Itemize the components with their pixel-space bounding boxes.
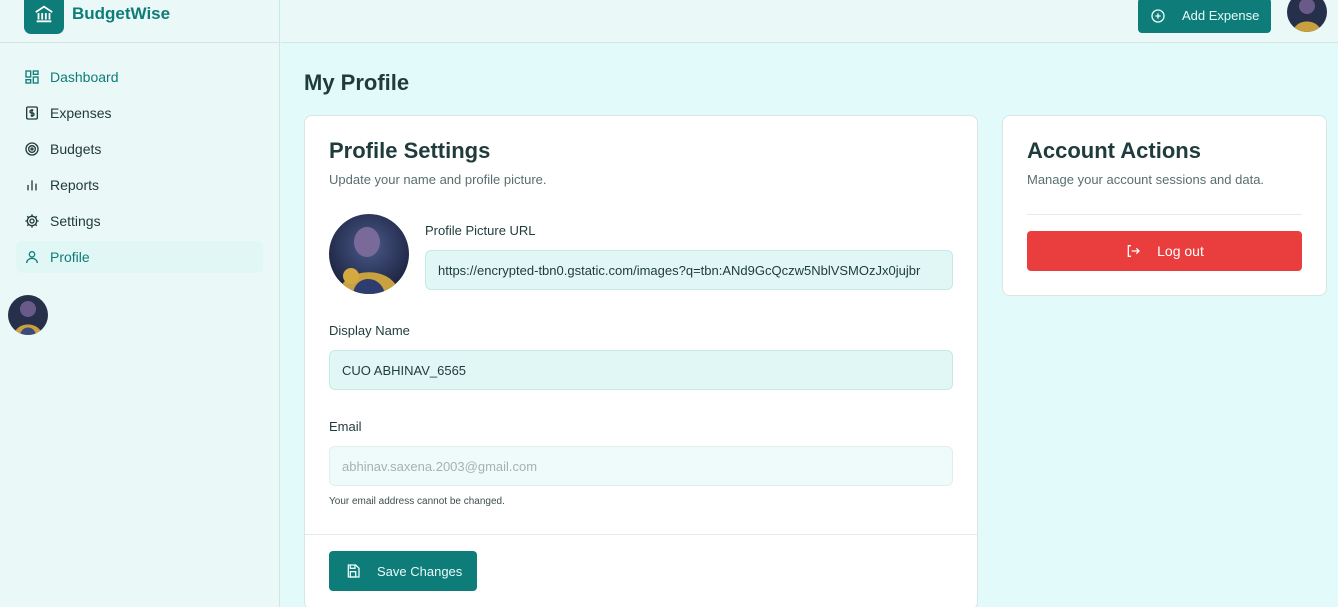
sidebar-item-budgets[interactable]: Budgets	[16, 133, 263, 165]
email-label: Email	[329, 419, 362, 434]
display-name-label: Display Name	[329, 323, 410, 338]
dollar-receipt-icon	[24, 105, 40, 121]
brand[interactable]: BudgetWise	[0, 0, 279, 43]
sidebar-item-reports[interactable]: Reports	[16, 169, 263, 201]
save-label: Save Changes	[377, 563, 463, 579]
card-subtitle: Manage your account sessions and data.	[1027, 172, 1265, 187]
sidebar-item-label: Expenses	[50, 105, 112, 121]
dashboard-icon	[24, 69, 40, 85]
sidebar-item-dashboard[interactable]: Dashboard	[16, 61, 263, 93]
sidebar-item-profile[interactable]: Profile	[16, 241, 263, 273]
add-expense-label: Add Expense	[1182, 8, 1260, 23]
profile-settings-card: Profile Settings Update your name and pr…	[304, 115, 978, 607]
sidebar-item-settings[interactable]: Settings	[16, 205, 263, 237]
picture-url-input[interactable]: https://encrypted-tbn0.gstatic.com/image…	[425, 250, 953, 290]
card-subtitle: Update your name and profile picture.	[329, 172, 547, 187]
card-title: Account Actions	[1027, 138, 1201, 163]
user-avatar[interactable]	[1287, 0, 1327, 32]
logout-button[interactable]: Log out	[1027, 231, 1302, 271]
display-name-input[interactable]: CUO ABHINAV_6565	[329, 350, 953, 390]
sidebar-item-expenses[interactable]: Expenses	[16, 97, 263, 129]
plus-circle-icon	[1150, 8, 1166, 24]
save-changes-button[interactable]: Save Changes	[329, 551, 477, 591]
email-input: abhinav.saxena.2003@gmail.com	[329, 446, 953, 486]
email-note: Your email address cannot be changed.	[329, 496, 505, 507]
picture-url-label: Profile Picture URL	[425, 223, 536, 238]
logout-icon	[1125, 243, 1141, 259]
logout-label: Log out	[1157, 243, 1204, 259]
divider	[1027, 214, 1302, 215]
card-title: Profile Settings	[329, 138, 491, 163]
user-icon	[24, 249, 40, 265]
sidebar: BudgetWise Dashboard Expenses Budgets Re…	[0, 0, 280, 607]
avatar[interactable]	[8, 295, 48, 335]
target-icon	[24, 141, 40, 157]
bank-icon	[24, 0, 64, 34]
profile-picture	[329, 214, 409, 294]
sidebar-item-label: Reports	[50, 177, 100, 193]
add-expense-button[interactable]: Add Expense	[1138, 0, 1271, 33]
bar-chart-icon	[24, 177, 40, 193]
brand-name: BudgetWise	[72, 4, 171, 23]
page-title: My Profile	[304, 70, 410, 95]
sidebar-item-label: Profile	[50, 249, 90, 265]
sidebar-nav: Dashboard Expenses Budgets Reports Setti…	[0, 43, 279, 273]
sidebar-item-label: Dashboard	[50, 69, 119, 85]
divider	[305, 534, 977, 535]
save-icon	[345, 563, 361, 579]
gear-icon	[24, 213, 40, 229]
top-header: Add Expense	[281, 0, 1338, 43]
sidebar-item-label: Settings	[50, 213, 101, 229]
account-actions-card: Account Actions Manage your account sess…	[1002, 115, 1327, 296]
sidebar-item-label: Budgets	[50, 141, 102, 157]
